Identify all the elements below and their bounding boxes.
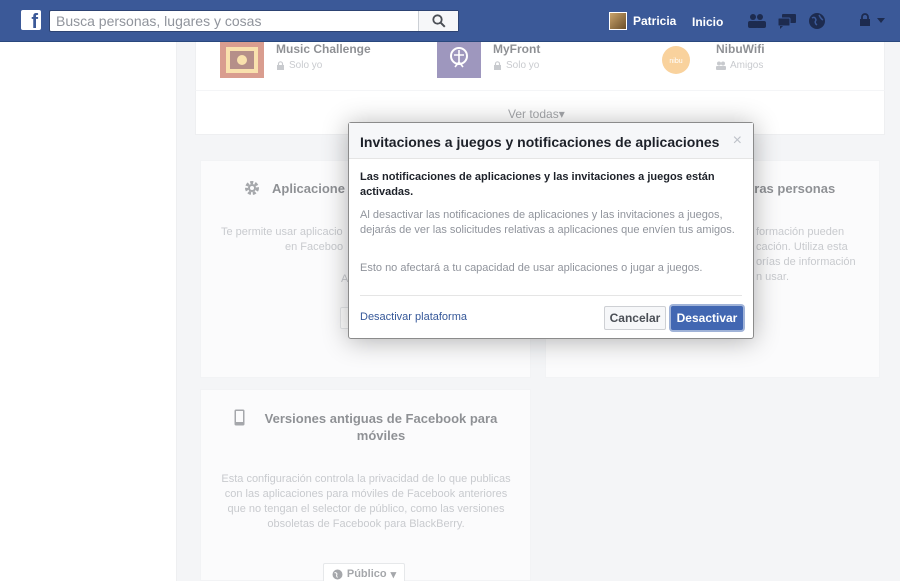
facebook-logo-icon[interactable]: f bbox=[21, 10, 41, 30]
dialog-note: Esto no afectará a tu capacidad de usar … bbox=[360, 262, 703, 274]
cancel-button[interactable]: Cancelar bbox=[604, 306, 666, 330]
globe-notifications-icon[interactable] bbox=[807, 11, 827, 31]
dialog-divider bbox=[360, 295, 742, 296]
avatar bbox=[609, 12, 627, 30]
notification-icons bbox=[747, 11, 827, 31]
profile-link[interactable]: Patricia bbox=[609, 12, 676, 30]
messages-icon[interactable] bbox=[777, 11, 797, 31]
search-input[interactable] bbox=[50, 11, 420, 31]
deactivate-button[interactable]: Desactivar bbox=[671, 306, 743, 330]
dialog-description: Al desactivar las notificaciones de apli… bbox=[360, 209, 735, 236]
search-box bbox=[49, 10, 459, 32]
friend-requests-icon[interactable] bbox=[747, 11, 767, 31]
chevron-down-icon bbox=[877, 18, 885, 23]
user-name: Patricia bbox=[633, 14, 677, 28]
dialog-header: Invitaciones a juegos y notificaciones d… bbox=[349, 123, 753, 159]
home-link[interactable]: Inicio bbox=[692, 15, 723, 29]
dialog-status-text: Las notificaciones de aplicaciones y las… bbox=[360, 171, 715, 198]
deactivate-platform-link[interactable]: Desactivar plataforma bbox=[360, 311, 467, 323]
game-invites-dialog: Invitaciones a juegos y notificaciones d… bbox=[348, 122, 754, 339]
close-icon[interactable]: × bbox=[733, 132, 742, 150]
privacy-shortcuts[interactable] bbox=[858, 13, 886, 27]
lock-icon bbox=[860, 13, 870, 26]
top-bar: f Patricia Inicio bbox=[0, 0, 900, 42]
search-icon bbox=[431, 14, 446, 28]
search-button[interactable] bbox=[418, 11, 458, 31]
dialog-title: Invitaciones a juegos y notificaciones d… bbox=[360, 134, 720, 150]
